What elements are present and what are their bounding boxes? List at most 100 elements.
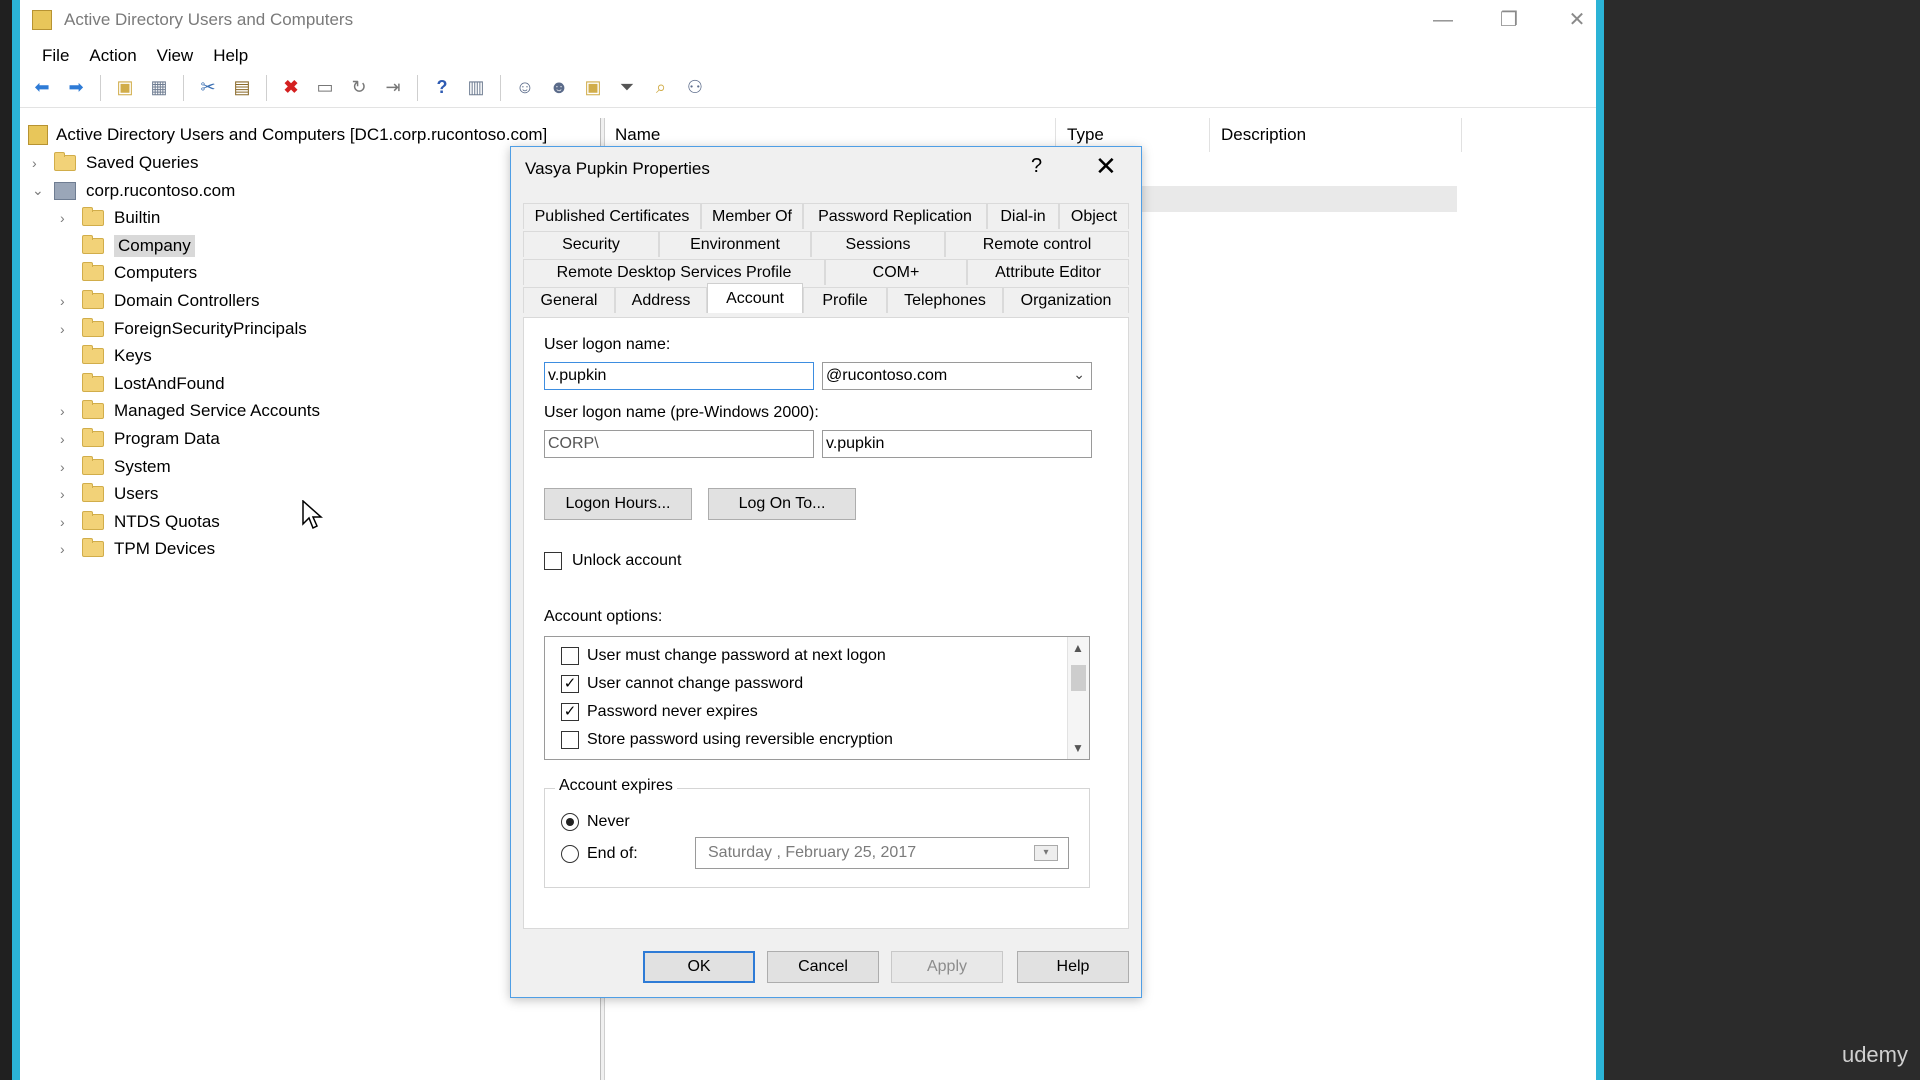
tree-item[interactable]: Keys [60, 343, 152, 369]
end-of-radio[interactable] [561, 845, 579, 863]
tab-security[interactable]: Security [523, 231, 659, 257]
tree-item[interactable]: LostAndFound [60, 371, 225, 397]
tree-item[interactable]: › Program Data [60, 426, 220, 452]
tree-item[interactable]: › Saved Queries [32, 150, 198, 176]
delete-icon[interactable]: ✖ [277, 74, 305, 102]
add-to-group-icon[interactable]: ⚇ [681, 74, 709, 102]
add-user-icon[interactable]: ☺ [511, 74, 539, 102]
tab-member-of[interactable]: Member Of [701, 203, 803, 229]
expand-icon[interactable]: › [60, 486, 74, 502]
scroll-thumb[interactable] [1071, 665, 1086, 691]
scroll-down-icon[interactable]: ▼ [1072, 741, 1084, 755]
unlock-account-checkbox[interactable] [544, 552, 562, 570]
column-separator[interactable] [1461, 118, 1462, 152]
tab-attribute-editor[interactable]: Attribute Editor [967, 259, 1129, 285]
add-ou-icon[interactable]: ▣ [579, 74, 607, 102]
option-checkbox-must-change[interactable] [561, 647, 579, 665]
refresh-icon[interactable]: ↻ [345, 74, 373, 102]
close-window-button[interactable]: ✕ [1554, 6, 1600, 34]
console-tree-view-icon[interactable]: ▥ [462, 74, 490, 102]
tree-item[interactable]: Computers [60, 260, 197, 286]
options-scrollbar[interactable]: ▲ ▼ [1067, 637, 1089, 759]
collapse-icon[interactable]: ⌄ [32, 182, 46, 199]
ok-button[interactable]: OK [643, 951, 755, 983]
forward-icon[interactable]: ➡ [62, 74, 90, 102]
copy-icon[interactable]: ▤ [228, 74, 256, 102]
find-icon[interactable]: ⌕ [647, 74, 675, 102]
logon-name-input[interactable]: v.pupkin [544, 362, 814, 390]
tab-environment[interactable]: Environment [659, 231, 811, 257]
tab-address[interactable]: Address [615, 287, 707, 313]
expand-icon[interactable]: › [60, 403, 74, 419]
expand-icon[interactable]: › [60, 210, 74, 226]
dialog-help-icon[interactable]: ? [1031, 155, 1042, 178]
account-options-list[interactable]: User must change password at next logon … [544, 636, 1090, 760]
tree-item[interactable]: › Users [60, 481, 158, 507]
tab-object[interactable]: Object [1059, 203, 1129, 229]
tab-remote-control[interactable]: Remote control [945, 231, 1129, 257]
scroll-up-icon[interactable]: ▲ [1072, 641, 1084, 655]
tree-item[interactable]: ⌄ corp.rucontoso.com [32, 178, 235, 204]
expand-icon[interactable]: › [60, 514, 74, 530]
expand-icon[interactable]: › [60, 321, 74, 337]
folder-icon [82, 207, 104, 227]
expand-icon[interactable]: › [60, 431, 74, 447]
minimize-button[interactable]: — [1420, 6, 1466, 34]
tree-item-label: System [114, 456, 171, 476]
filter-icon[interactable]: ⏷ [613, 74, 641, 102]
up-folder-icon[interactable]: ▣ [111, 74, 139, 102]
tab-sessions[interactable]: Sessions [811, 231, 945, 257]
cut-icon[interactable]: ✂ [194, 74, 222, 102]
end-of-label: End of: [587, 845, 638, 862]
tree-item[interactable]: Company [60, 233, 195, 259]
expand-icon[interactable]: › [60, 541, 74, 557]
expand-icon[interactable]: › [60, 293, 74, 309]
never-radio[interactable] [561, 813, 579, 831]
back-icon[interactable]: ⬅ [28, 74, 56, 102]
tab-published-certificates[interactable]: Published Certificates [523, 203, 701, 229]
log-on-to-button[interactable]: Log On To... [708, 488, 856, 520]
cancel-button[interactable]: Cancel [767, 951, 879, 983]
menu-action[interactable]: Action [79, 40, 146, 68]
show-hide-console-tree-icon[interactable]: ▦ [145, 74, 173, 102]
tab-account[interactable]: Account [707, 283, 803, 313]
tab-general[interactable]: General [523, 287, 615, 313]
logon-hours-button[interactable]: Logon Hours... [544, 488, 692, 520]
tab-organization[interactable]: Organization [1003, 287, 1129, 313]
pre2000-name-input[interactable]: v.pupkin [822, 430, 1092, 458]
column-separator[interactable] [1209, 118, 1210, 152]
tree-root[interactable]: Active Directory Users and Computers [DC… [28, 122, 547, 148]
export-list-icon[interactable]: ⇥ [379, 74, 407, 102]
title-bar[interactable]: Active Directory Users and Computers — ❐… [20, 0, 1596, 40]
properties-icon[interactable]: ▭ [311, 74, 339, 102]
menu-file[interactable]: File [32, 40, 79, 68]
tab-password-replication[interactable]: Password Replication [803, 203, 987, 229]
maximize-button[interactable]: ❐ [1486, 6, 1532, 34]
tab-remote-desktop-services-profile[interactable]: Remote Desktop Services Profile [523, 259, 825, 285]
tree-item[interactable]: › ForeignSecurityPrincipals [60, 316, 307, 342]
help-button[interactable]: Help [1017, 951, 1129, 983]
dialog-close-icon[interactable]: ✕ [1095, 151, 1117, 182]
column-header-description[interactable]: Description [1221, 118, 1306, 152]
option-checkbox-cannot-change[interactable]: ✓ [561, 675, 579, 693]
tree-item[interactable]: › Managed Service Accounts [60, 398, 320, 424]
expand-icon[interactable]: › [60, 459, 74, 475]
menu-view[interactable]: View [147, 40, 204, 68]
help-icon[interactable]: ? [428, 74, 456, 102]
upn-suffix-select[interactable]: @rucontoso.com ⌄ [822, 362, 1092, 390]
expand-icon[interactable]: › [32, 155, 46, 171]
menu-help[interactable]: Help [203, 40, 258, 68]
tab-profile[interactable]: Profile [803, 287, 887, 313]
apply-button[interactable]: Apply [891, 951, 1003, 983]
option-checkbox-never-expires[interactable]: ✓ [561, 703, 579, 721]
tab-dial-in[interactable]: Dial-in [987, 203, 1059, 229]
option-checkbox-reversible-encryption[interactable] [561, 731, 579, 749]
tab-telephones[interactable]: Telephones [887, 287, 1003, 313]
tree-item[interactable]: › NTDS Quotas [60, 509, 220, 535]
tree-item[interactable]: › Builtin [60, 205, 160, 231]
add-group-icon[interactable]: ☻ [545, 74, 573, 102]
tree-item[interactable]: › TPM Devices [60, 536, 215, 562]
tab-com-plus[interactable]: COM+ [825, 259, 967, 285]
tree-item[interactable]: › System [60, 454, 171, 480]
tree-item[interactable]: › Domain Controllers [60, 288, 260, 314]
